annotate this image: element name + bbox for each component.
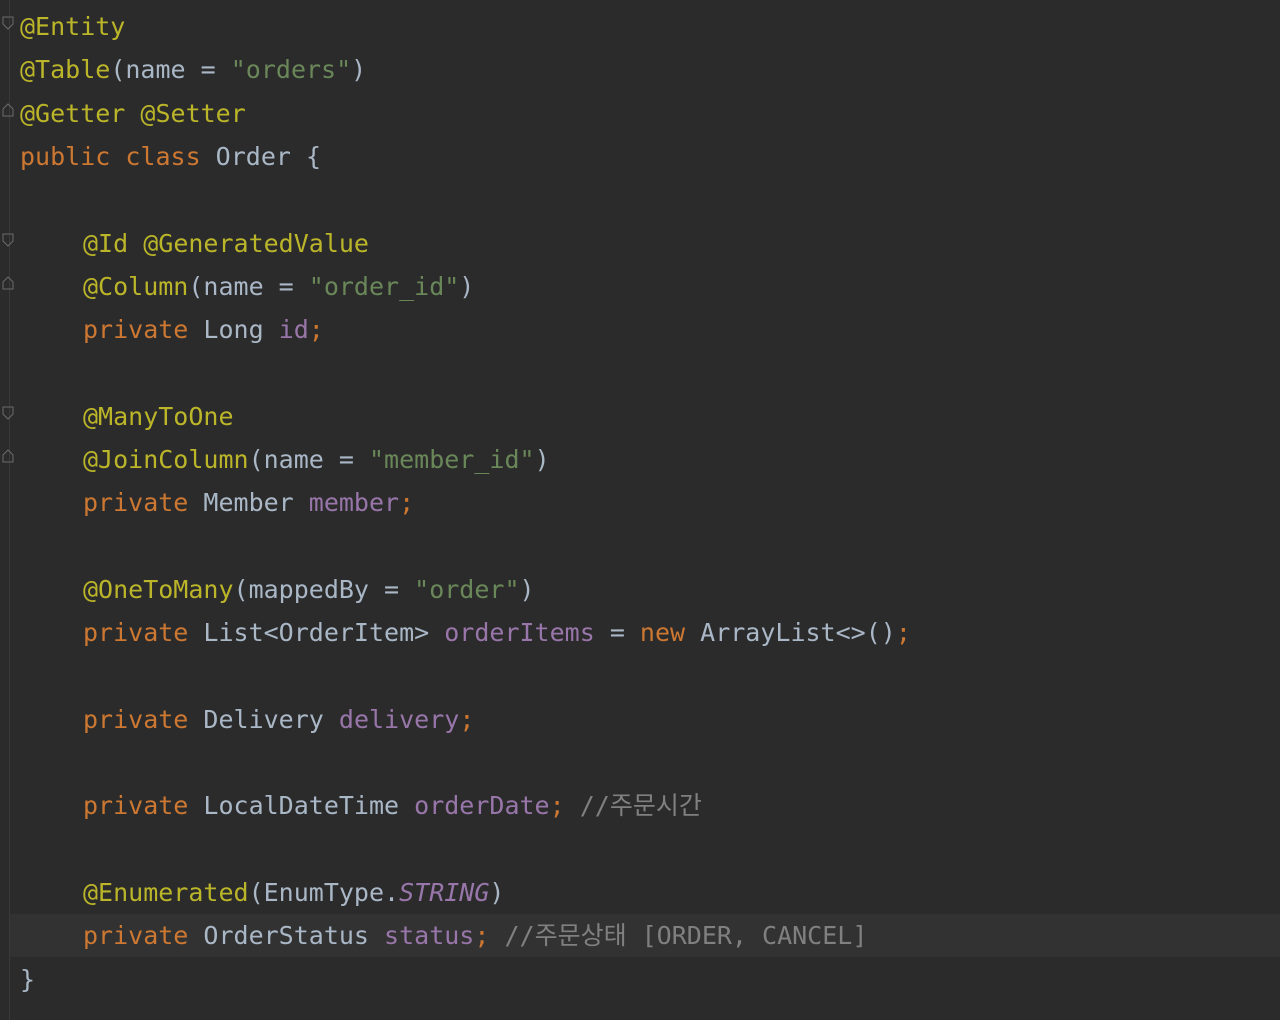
code-token: "member_id" bbox=[369, 445, 535, 474]
code-token: Order { bbox=[215, 141, 322, 171]
fold-end-icon[interactable] bbox=[2, 276, 14, 290]
code-token: @Id bbox=[83, 228, 129, 258]
code-token: = bbox=[594, 618, 640, 648]
code-token: (name = bbox=[188, 271, 309, 301]
code-token: ; bbox=[474, 921, 505, 951]
code-token: "orders" bbox=[230, 55, 352, 85]
code-token: public class bbox=[20, 141, 216, 171]
code-token: private bbox=[83, 921, 204, 951]
code-token: private bbox=[83, 315, 204, 345]
code-editor[interactable]: @Entity @Table(name = "orders") @Getter @S… bbox=[0, 0, 1280, 1020]
code-token: private bbox=[83, 704, 204, 734]
code-token: @Enumerated bbox=[83, 878, 249, 907]
code-token: @Setter bbox=[140, 98, 246, 128]
code-token: ArrayList<>() bbox=[700, 618, 896, 648]
gutter-divider bbox=[9, 0, 10, 1020]
fold-end-icon[interactable] bbox=[2, 103, 14, 117]
code-token: ) bbox=[489, 878, 505, 907]
code-token: List<OrderItem> bbox=[203, 618, 445, 648]
fold-start-icon[interactable] bbox=[2, 16, 14, 30]
code-line[interactable]: private Long id; bbox=[83, 308, 324, 351]
code-token: @Entity bbox=[20, 12, 126, 41]
code-token: orderItems bbox=[444, 618, 595, 648]
code-token: ) bbox=[351, 55, 367, 85]
fold-start-icon[interactable] bbox=[2, 233, 14, 247]
code-line[interactable]: @ManyToOne bbox=[83, 395, 234, 438]
code-token: Member bbox=[203, 488, 309, 518]
code-token: (name = bbox=[248, 445, 369, 474]
code-token: private bbox=[83, 488, 204, 518]
code-token: ) bbox=[519, 574, 535, 604]
code-token: orderDate bbox=[414, 791, 550, 821]
code-token: private bbox=[83, 791, 204, 821]
code-line[interactable]: @Getter @Setter bbox=[20, 92, 246, 135]
code-token: (mappedBy = bbox=[233, 574, 415, 604]
code-token: Long bbox=[203, 315, 279, 345]
code-line[interactable]: private Member member; bbox=[83, 481, 414, 524]
code-line[interactable]: private LocalDateTime orderDate; //주문시간 bbox=[83, 784, 702, 827]
code-token: status bbox=[384, 921, 475, 951]
code-token: @Getter bbox=[20, 98, 126, 128]
code-token: ) bbox=[534, 445, 550, 474]
code-token: @Table bbox=[20, 55, 111, 85]
code-token: (EnumType. bbox=[248, 878, 400, 907]
code-token: ; bbox=[308, 315, 324, 345]
code-token: "order" bbox=[414, 574, 520, 604]
code-line[interactable]: @Enumerated(EnumType.STRING) bbox=[83, 871, 504, 914]
code-token: Delivery bbox=[203, 704, 339, 734]
code-line[interactable]: public class Order { bbox=[20, 135, 321, 178]
code-token: STRING bbox=[399, 878, 490, 907]
fold-start-icon[interactable] bbox=[2, 406, 14, 420]
code-token: @OneToMany bbox=[83, 574, 234, 604]
code-token: @GeneratedValue bbox=[143, 228, 369, 258]
code-line[interactable]: @Id @GeneratedValue bbox=[83, 222, 369, 265]
code-token: @JoinColumn bbox=[83, 445, 249, 474]
code-line[interactable]: @JoinColumn(name = "member_id") bbox=[83, 438, 550, 481]
code-line[interactable]: private List<OrderItem> orderItems = new… bbox=[83, 611, 911, 654]
code-token: member bbox=[308, 488, 400, 518]
code-token: (name = bbox=[110, 55, 231, 85]
code-token: //주문상태 [ORDER, CANCEL] bbox=[504, 921, 868, 951]
code-token: ; bbox=[459, 704, 475, 734]
code-token: } bbox=[20, 964, 36, 994]
code-token: new bbox=[639, 618, 701, 648]
code-token: OrderStatus bbox=[203, 921, 385, 951]
code-token: LocalDateTime bbox=[203, 791, 415, 821]
code-token: //주문시간 bbox=[579, 791, 702, 821]
code-line[interactable]: @Entity bbox=[20, 5, 125, 48]
code-token: id bbox=[278, 315, 309, 345]
code-token: "order_id" bbox=[308, 271, 460, 301]
code-line[interactable]: } bbox=[20, 958, 35, 1001]
code-line[interactable]: private Delivery delivery; bbox=[83, 698, 474, 741]
code-token: delivery bbox=[338, 704, 460, 734]
code-token: @ManyToOne bbox=[83, 401, 234, 431]
code-token: ; bbox=[549, 791, 580, 821]
code-token: @Column bbox=[83, 271, 189, 301]
code-line[interactable]: @OneToMany(mappedBy = "order") bbox=[83, 568, 535, 611]
fold-end-icon[interactable] bbox=[2, 449, 14, 463]
code-line[interactable]: @Column(name = "order_id") bbox=[83, 265, 474, 308]
code-token: ; bbox=[895, 618, 911, 648]
code-token: private bbox=[83, 618, 204, 648]
code-token: ; bbox=[399, 488, 415, 518]
code-line[interactable]: private OrderStatus status; //주문상태 [ORDE… bbox=[83, 914, 867, 957]
code-token: ) bbox=[459, 271, 475, 301]
code-line[interactable]: @Table(name = "orders") bbox=[20, 48, 366, 91]
